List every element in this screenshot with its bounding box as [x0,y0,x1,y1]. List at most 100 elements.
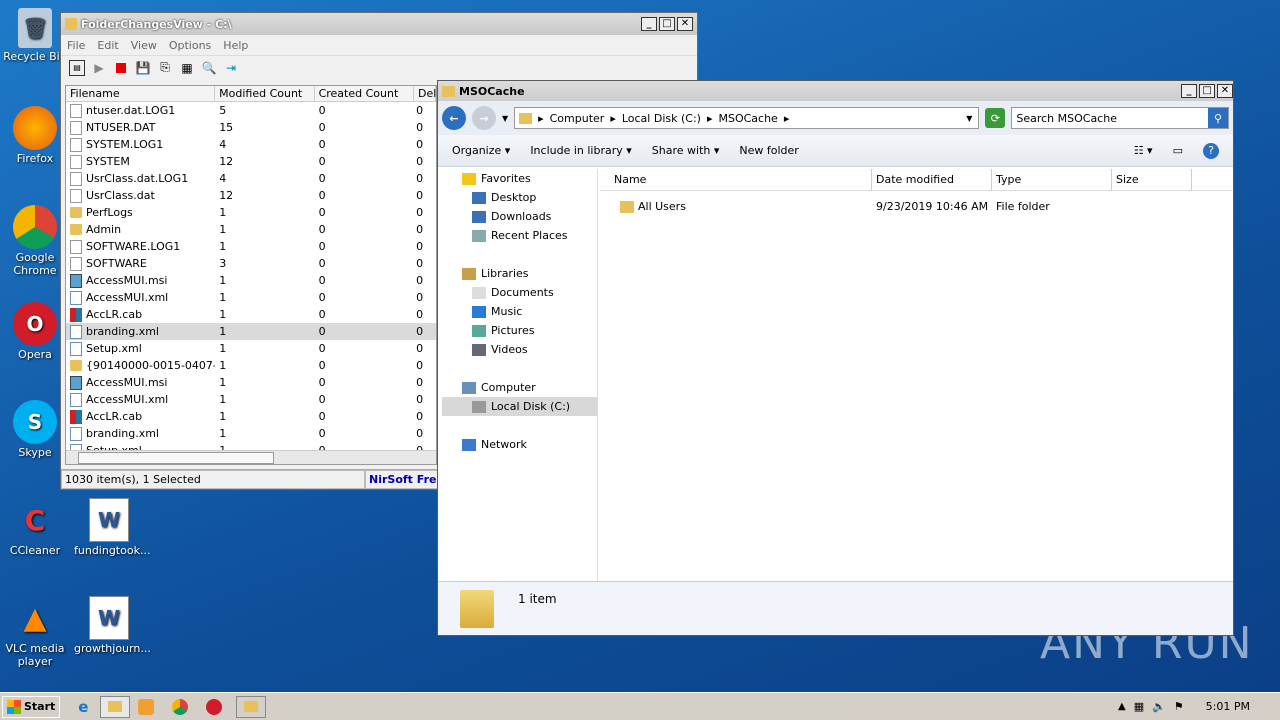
menu-help[interactable]: Help [217,39,254,52]
table-row[interactable]: SOFTWARE.LOG1 1 0 0 [66,238,436,255]
preview-pane-icon[interactable]: ▭ [1173,144,1183,157]
col-date-modified[interactable]: Date modified [872,169,992,190]
show-hidden-icons[interactable]: ▲ [1118,701,1126,712]
stop-icon[interactable] [113,60,129,76]
table-row[interactable]: AccessMUI.xml 1 0 0 [66,391,436,408]
col-name[interactable]: Name [600,169,872,190]
search-box[interactable]: Search MSOCache ⚲ [1011,107,1230,129]
col-deleted[interactable]: Del [414,86,436,101]
nav-item-downloads[interactable]: Downloads [442,207,597,226]
explorer-titlebar[interactable]: MSOCache _ □ ✕ [438,81,1233,101]
table-row[interactable]: PerfLogs 1 0 0 [66,204,436,221]
help-icon[interactable]: ? [1203,142,1219,159]
opera-taskbar-icon[interactable] [206,698,223,715]
fcv-titlebar[interactable]: FolderChangesView - C:\ _ □ ✕ [61,13,697,35]
nav-item-favorites[interactable]: Favorites [442,169,597,188]
new-folder-button[interactable]: New folder [739,144,798,157]
crumb-local-disk[interactable]: Local Disk (C:) [622,112,701,125]
table-row[interactable]: branding.xml 1 0 0 [66,425,436,442]
search-input[interactable]: Search MSOCache [1016,112,1202,125]
table-row[interactable]: {90140000-0015-0407-... 1 0 0 [66,357,436,374]
media-player-icon[interactable] [138,698,155,715]
save-icon[interactable]: 💾 [135,60,151,76]
ie-icon[interactable]: e [78,698,88,716]
menu-options[interactable]: Options [163,39,217,52]
table-row[interactable]: AccessMUI.msi 1 0 0 [66,374,436,391]
maximize-button[interactable]: □ [659,17,675,31]
nav-item-libraries[interactable]: Libraries [442,264,597,283]
address-bar[interactable]: ▸ Computer ▸ Local Disk (C:) ▸ MSOCache ▸ ▼ [514,107,980,129]
menu-edit[interactable]: Edit [91,39,124,52]
folderchangesview-taskbar-icon[interactable] [236,695,267,718]
organize-button[interactable]: Organize ▾ [452,144,510,157]
table-row[interactable]: ntuser.dat.LOG1 5 0 0 [66,102,436,119]
table-row[interactable]: AccessMUI.xml 1 0 0 [66,289,436,306]
col-size[interactable]: Size [1112,169,1192,190]
nav-item-documents[interactable]: Documents [442,283,597,302]
col-type[interactable]: Type [992,169,1112,190]
chevron-down-icon[interactable]: ▼ [502,114,508,123]
table-row[interactable]: UsrClass.dat 12 0 0 [66,187,436,204]
desktop-icon-vlc[interactable]: ▲ VLC media player [0,596,70,669]
col-created-count[interactable]: Created Count [315,86,415,101]
volume-tray-icon[interactable]: 🔈 [1152,700,1166,713]
clock[interactable]: 5:01 PM [1206,700,1250,713]
minimize-button[interactable]: _ [1181,84,1197,98]
table-row[interactable]: SYSTEM.LOG1 4 0 0 [66,136,436,153]
table-row[interactable]: AccLR.cab 1 0 0 [66,306,436,323]
desktop-icon-fundingtook[interactable]: Wfundingtook... [74,498,150,557]
search-icon[interactable]: ⚲ [1208,108,1229,128]
play-icon[interactable]: ▶ [91,60,107,76]
back-button[interactable]: ← [442,106,466,130]
include-in-library-button[interactable]: Include in library ▾ [530,144,631,157]
explorer-taskbar-icon[interactable] [100,695,131,718]
maximize-button[interactable]: □ [1199,84,1215,98]
nav-item-local-disk-c[interactable]: Local Disk (C:) [442,397,597,416]
table-row[interactable]: SOFTWARE 3 0 0 [66,255,436,272]
crumb-computer[interactable]: Computer [550,112,605,125]
minimize-button[interactable]: _ [641,17,657,31]
copy-icon[interactable]: ⎘ [157,60,173,76]
forward-button[interactable]: → [471,106,496,130]
table-row[interactable]: UsrClass.dat.LOG1 4 0 0 [66,170,436,187]
table-row[interactable]: Setup.xml 1 0 0 [66,340,436,357]
fcv-file-list[interactable]: Filename Modified Count Created Count De… [65,85,437,465]
table-row[interactable]: branding.xml 1 0 0 [66,323,436,340]
nav-item-videos[interactable]: Videos [442,340,597,359]
nav-item-desktop[interactable]: Desktop [442,188,597,207]
nav-item-pictures[interactable]: Pictures [442,321,597,340]
desktop-icon-growthjourn[interactable]: Wgrowthjourn... [74,596,151,655]
table-row[interactable]: AccLR.cab 1 0 0 [66,408,436,425]
close-button[interactable]: ✕ [1217,84,1233,98]
close-button[interactable]: ✕ [677,17,693,31]
list-item[interactable]: All Users 9/23/2019 10:46 AM File folder [600,197,1232,217]
share-with-button[interactable]: Share with ▾ [652,144,720,157]
crumb-msocache[interactable]: MSOCache [718,112,777,125]
address-dropdown-icon[interactable]: ▼ [966,114,972,123]
nav-item-network[interactable]: Network [442,435,597,454]
nav-item-recent-places[interactable]: Recent Places [442,226,597,245]
menu-view[interactable]: View [125,39,163,52]
scroll-thumb[interactable] [78,452,274,464]
nav-item-music[interactable]: Music [442,302,597,321]
col-filename[interactable]: Filename [66,86,216,101]
nav-item-computer[interactable]: Computer [442,378,597,397]
table-row[interactable]: Admin 1 0 0 [66,221,436,238]
view-options-icon[interactable]: ☷ ▾ [1134,144,1153,157]
refresh-button[interactable]: ⟳ [985,108,1006,128]
horizontal-scrollbar[interactable] [66,450,436,464]
table-row[interactable]: SYSTEM 12 0 0 [66,153,436,170]
report-icon[interactable]: 🔍 [201,60,217,76]
table-row[interactable]: NTUSER.DAT 15 0 0 [66,119,436,136]
menu-file[interactable]: File [61,39,91,52]
table-row[interactable]: AccessMUI.msi 1 0 0 [66,272,436,289]
properties-icon[interactable]: ▦ [179,60,195,76]
col-modified-count[interactable]: Modified Count [215,86,315,101]
desktop-icon-ccleaner[interactable]: C CCleaner [0,498,70,558]
start-button[interactable]: Start [2,695,61,718]
exit-icon[interactable]: ⇥ [223,60,239,76]
network-tray-icon[interactable]: ▦ [1134,700,1144,713]
action-center-icon[interactable]: ⚑ [1174,700,1184,713]
chrome-taskbar-icon[interactable] [172,698,189,715]
options-icon[interactable]: ▤ [69,59,85,76]
